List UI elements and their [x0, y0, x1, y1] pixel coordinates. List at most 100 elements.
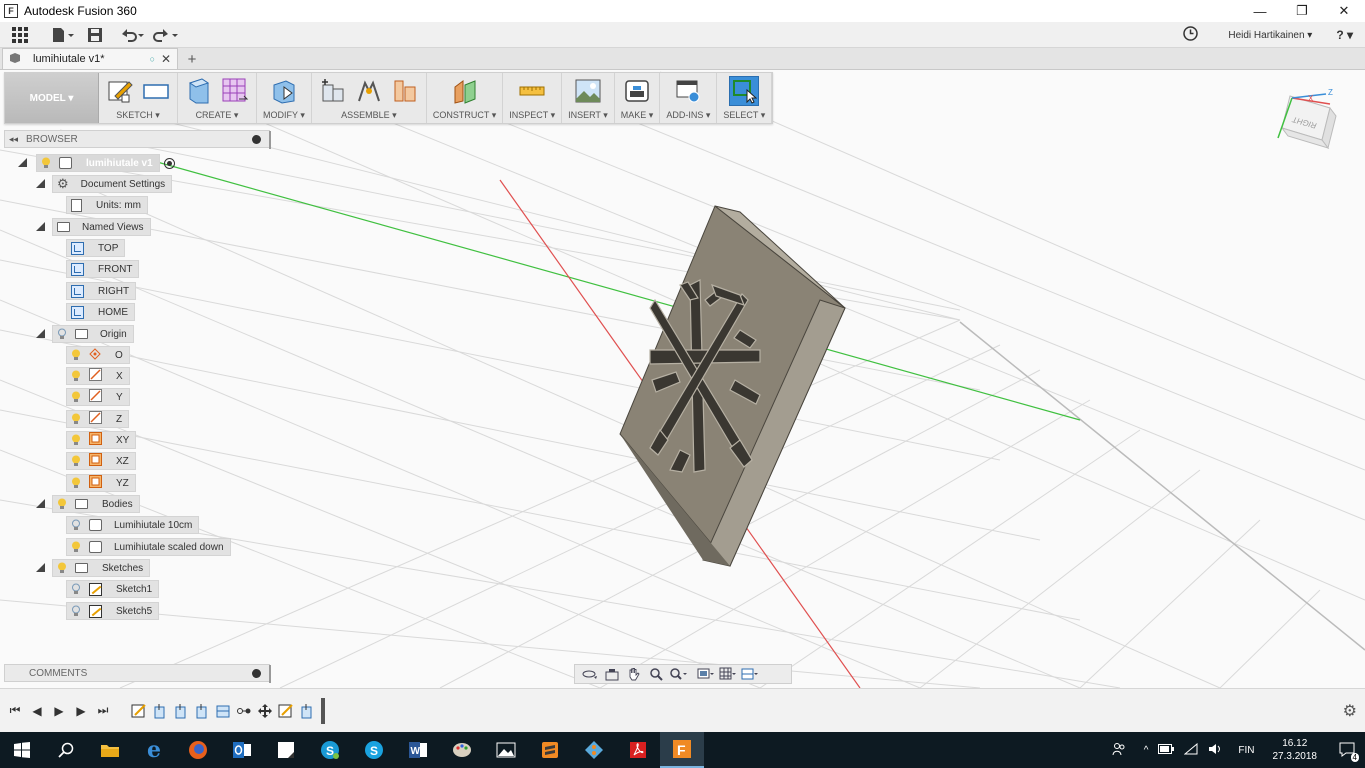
visibility-bulb-icon[interactable] — [71, 541, 81, 553]
orbit-icon[interactable] — [581, 667, 599, 681]
tree-node-sketch-5[interactable]: Sketch5 — [66, 602, 160, 620]
origin-point-box[interactable]: O — [66, 346, 130, 364]
tree-node-root[interactable]: lumihiutale v1 — [18, 154, 175, 172]
redo-icon[interactable] — [152, 24, 178, 46]
view-top-box[interactable]: TOP — [66, 239, 126, 257]
select-icon[interactable] — [729, 76, 760, 106]
undo-icon[interactable] — [120, 24, 144, 46]
comments-resize-handle[interactable] — [269, 665, 271, 683]
browser-panel-header[interactable]: ◂◂ BROWSER — [4, 130, 271, 149]
timeline-body-icon[interactable] — [214, 702, 231, 719]
timeline-move-icon[interactable] — [256, 702, 273, 719]
timeline-joint-icon[interactable] — [235, 702, 252, 719]
volume-icon[interactable] — [1208, 743, 1222, 758]
timeline-marker-handle[interactable] — [321, 697, 325, 724]
timeline-settings-gear-icon[interactable]: ⚙ — [1343, 701, 1357, 721]
close-tab-icon[interactable]: ✕ — [161, 52, 171, 66]
timeline-sketch-icon[interactable] — [277, 702, 294, 719]
document-tab[interactable]: lumihiutale v1* ○ ✕ — [2, 48, 178, 69]
people-icon[interactable] — [1112, 742, 1126, 759]
tree-node-plane-yz[interactable]: YZ — [66, 474, 136, 492]
plane-xz-box[interactable]: XZ — [66, 452, 136, 470]
insert-image-icon[interactable] — [573, 76, 603, 106]
sketch-1-box[interactable]: Sketch1 — [66, 580, 160, 598]
timeline-extrude-icon[interactable] — [172, 702, 189, 719]
go-to-end-icon[interactable]: ⏭ — [92, 701, 114, 721]
units-box[interactable]: Units: mm — [66, 196, 148, 214]
toolbar-group-create[interactable]: CREATE ▾ — [178, 73, 257, 123]
help-menu[interactable]: ? ▾ — [1336, 28, 1353, 42]
skype-business-icon[interactable]: S — [308, 732, 352, 768]
tree-node-axis-x[interactable]: X — [66, 367, 130, 385]
timeline-extrude-icon[interactable] — [151, 702, 168, 719]
fusion360-taskbar-icon[interactable]: F — [660, 732, 704, 768]
battery-icon[interactable] — [1158, 743, 1175, 757]
tree-node-plane-xy[interactable]: XY — [66, 431, 137, 449]
form-mesh-icon[interactable] — [220, 76, 250, 106]
tree-node-view-top[interactable]: TOP — [66, 239, 126, 257]
toolbar-group-assemble[interactable]: ASSEMBLE ▾ — [312, 73, 427, 123]
input-language-indicator[interactable]: FIN — [1238, 745, 1254, 756]
file-menu-icon[interactable] — [52, 24, 74, 46]
word-icon[interactable]: W — [396, 732, 440, 768]
go-to-start-icon[interactable]: ⏮ — [4, 701, 26, 721]
tree-node-document-settings[interactable]: ⚙ Document Settings — [34, 175, 173, 193]
measure-icon[interactable] — [517, 76, 547, 106]
timeline-extrude-icon[interactable] — [193, 702, 210, 719]
photos-icon[interactable] — [484, 732, 528, 768]
toolbar-group-addins[interactable]: ADD-INS ▾ — [660, 73, 718, 123]
close-button[interactable]: ✕ — [1323, 0, 1365, 22]
origin-box[interactable]: Origin — [52, 325, 134, 343]
toolbar-group-make[interactable]: MAKE ▾ — [615, 73, 661, 123]
visibility-bulb-icon[interactable] — [71, 413, 81, 425]
extrude-box-icon[interactable] — [184, 76, 214, 106]
job-status-icon[interactable] — [1183, 26, 1199, 44]
view-front-box[interactable]: FRONT — [66, 260, 140, 278]
new-tab-button[interactable]: + — [182, 49, 202, 69]
tree-node-body-1[interactable]: Lumihiutale 10cm — [66, 516, 200, 534]
activate-radio-icon[interactable] — [163, 157, 175, 169]
tree-node-named-views[interactable]: Named Views — [34, 218, 151, 236]
new-component-icon[interactable] — [318, 76, 348, 106]
joint-icon[interactable] — [354, 76, 384, 106]
tree-node-sketches[interactable]: Sketches — [34, 559, 151, 577]
grid-settings-icon[interactable] — [719, 667, 737, 681]
system-clock[interactable]: 16.12 27.3.2018 — [1273, 737, 1318, 763]
firefox-icon[interactable] — [176, 732, 220, 768]
paint-palette-icon[interactable] — [440, 732, 484, 768]
windows-start-icon[interactable] — [0, 732, 44, 768]
visibility-bulb-icon[interactable] — [71, 370, 81, 382]
step-back-icon[interactable]: ◀ — [26, 701, 48, 721]
body-2-box[interactable]: Lumihiutale scaled down — [66, 538, 231, 556]
minimize-button[interactable]: — — [1239, 0, 1281, 22]
comments-panel-header[interactable]: COMMENTS — [4, 664, 271, 683]
tree-node-units[interactable]: Units: mm — [66, 196, 148, 214]
visibility-bulb-icon[interactable] — [41, 157, 51, 169]
tree-node-axis-y[interactable]: Y — [66, 388, 130, 406]
visibility-bulb-icon[interactable] — [71, 434, 81, 446]
tree-node-bodies[interactable]: Bodies — [34, 495, 140, 513]
bodies-box[interactable]: Bodies — [52, 495, 140, 513]
visibility-bulb-icon[interactable] — [71, 391, 81, 403]
play-icon[interactable]: ▶ — [48, 701, 70, 721]
timeline-sketch-icon[interactable] — [130, 702, 147, 719]
as-built-joint-icon[interactable] — [390, 76, 420, 106]
3d-scene[interactable] — [0, 70, 1365, 688]
app-grid-icon[interactable] — [12, 24, 28, 46]
press-pull-icon[interactable] — [269, 76, 299, 106]
axis-z-box[interactable]: Z — [66, 410, 130, 428]
workspace-switcher[interactable]: MODEL ▾ — [5, 73, 99, 123]
comments-toggle-icon[interactable] — [252, 668, 261, 678]
scripts-addins-icon[interactable] — [673, 76, 703, 106]
visibility-bulb-icon[interactable] — [71, 477, 81, 489]
view-home-box[interactable]: HOME — [66, 303, 135, 321]
outlook-icon[interactable] — [220, 732, 264, 768]
tree-node-view-front[interactable]: FRONT — [66, 260, 140, 278]
plane-yz-box[interactable]: YZ — [66, 474, 136, 492]
collapse-browser-icon[interactable]: ◂◂ — [9, 134, 18, 145]
toolbar-group-select[interactable]: SELECT ▾ — [717, 73, 773, 123]
visibility-bulb-off-icon[interactable] — [71, 583, 81, 595]
show-hidden-icons-icon[interactable]: ^ — [1144, 745, 1149, 756]
expand-toggle-icon[interactable] — [36, 222, 45, 231]
tree-node-axis-z[interactable]: Z — [66, 410, 130, 428]
